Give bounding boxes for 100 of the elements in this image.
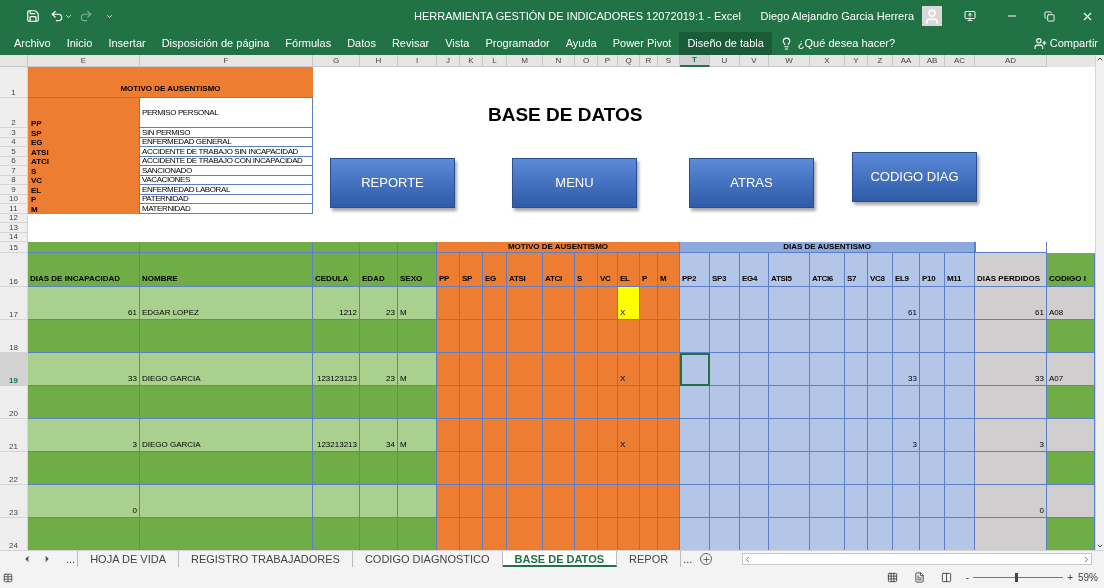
column-header[interactable]: L bbox=[483, 55, 507, 67]
zoom-level[interactable]: 59% bbox=[1078, 570, 1098, 585]
column-header[interactable]: M bbox=[507, 55, 543, 67]
scroll-down-icon[interactable] bbox=[1096, 542, 1104, 550]
new-sheet-icon[interactable] bbox=[700, 553, 713, 565]
row-header[interactable]: 2 bbox=[0, 98, 28, 128]
row-header[interactable]: 9 bbox=[0, 185, 28, 195]
zoom-slider[interactable] bbox=[973, 573, 1064, 582]
header-cell bbox=[313, 242, 360, 253]
column-header[interactable]: AD bbox=[975, 55, 1047, 67]
legend-description: ACCIDENTE DE TRABAJO SIN INCAPACIDAD bbox=[140, 147, 313, 157]
previous-sheet-icon[interactable] bbox=[22, 554, 32, 564]
table-cell bbox=[543, 386, 575, 419]
row-header[interactable]: 1 bbox=[0, 67, 28, 98]
macro-button[interactable]: ATRAS bbox=[689, 158, 814, 208]
table-cell bbox=[640, 386, 658, 419]
tell-me-field[interactable]: ¿Qué desea hacer? bbox=[797, 32, 918, 55]
ribbon-tab[interactable]: Archivo bbox=[6, 32, 59, 55]
row-header[interactable]: 16 bbox=[0, 253, 28, 287]
table-cell bbox=[507, 386, 543, 419]
table-cell bbox=[460, 452, 483, 485]
ribbon-tab[interactable]: Ayuda bbox=[557, 32, 605, 55]
table-cell bbox=[710, 518, 740, 550]
row-header[interactable]: 24 bbox=[0, 518, 28, 550]
row-header[interactable]: 17 bbox=[0, 287, 28, 320]
share-icon[interactable] bbox=[1033, 37, 1047, 50]
column-header[interactable]: AA bbox=[893, 55, 920, 67]
column-header[interactable]: Z bbox=[868, 55, 893, 67]
sheet-tab[interactable]: BASE DE DATOS bbox=[502, 551, 618, 567]
page-break-icon[interactable] bbox=[940, 572, 952, 583]
row-header[interactable]: 23 bbox=[0, 485, 28, 518]
horizontal-scrollbar[interactable] bbox=[742, 553, 1093, 565]
ribbon-tab[interactable]: Programador bbox=[477, 32, 558, 55]
column-header[interactable]: AB bbox=[920, 55, 945, 67]
column-header[interactable]: K bbox=[460, 55, 483, 67]
zoom-in-button[interactable]: + bbox=[1067, 570, 1073, 585]
row-header[interactable]: 15 bbox=[0, 242, 28, 253]
page-layout-icon[interactable] bbox=[913, 572, 925, 583]
macro-button[interactable]: MENU bbox=[512, 158, 637, 208]
normal-view-icon[interactable] bbox=[886, 572, 898, 583]
column-header[interactable]: P bbox=[598, 55, 618, 67]
macro-button[interactable]: REPORTE bbox=[330, 158, 455, 208]
row-header[interactable]: 18 bbox=[0, 320, 28, 353]
ribbon-tab[interactable]: Vista bbox=[437, 32, 478, 55]
row-header[interactable]: 7 bbox=[0, 166, 28, 176]
column-header[interactable]: T bbox=[680, 55, 710, 67]
column-header[interactable]: AC bbox=[945, 55, 975, 67]
table-cell bbox=[483, 518, 507, 550]
table-cell bbox=[598, 386, 618, 419]
share-button[interactable]: Compartir bbox=[1049, 32, 1098, 55]
macro-record-icon[interactable] bbox=[3, 572, 13, 583]
table-cell bbox=[769, 386, 810, 419]
save-icon[interactable] bbox=[26, 9, 40, 23]
scroll-up-icon[interactable] bbox=[1096, 55, 1104, 63]
row-header[interactable]: 3 bbox=[0, 128, 28, 138]
active-cell[interactable] bbox=[680, 353, 710, 386]
column-header[interactable]: O bbox=[575, 55, 598, 67]
column-header[interactable]: R bbox=[640, 55, 658, 67]
column-header[interactable]: G bbox=[313, 55, 360, 67]
table-cell bbox=[845, 485, 868, 518]
ribbon-tab[interactable]: Datos bbox=[339, 32, 384, 55]
column-header[interactable]: X bbox=[810, 55, 845, 67]
more-sheets-button[interactable]: ... bbox=[681, 551, 695, 567]
row-header[interactable]: 11 bbox=[0, 204, 28, 214]
table-cell bbox=[845, 452, 868, 485]
vertical-scrollbar[interactable] bbox=[1095, 55, 1104, 550]
column-header[interactable]: J bbox=[437, 55, 460, 67]
ribbon-tab[interactable]: Disposición de página bbox=[153, 32, 278, 55]
column-header[interactable]: W bbox=[769, 55, 810, 67]
row-header[interactable]: 20 bbox=[0, 386, 28, 419]
column-header[interactable]: H bbox=[360, 55, 398, 67]
column-header[interactable]: I bbox=[398, 55, 437, 67]
column-header[interactable]: N bbox=[543, 55, 575, 67]
column-header[interactable]: U bbox=[710, 55, 740, 67]
row-header[interactable]: 13 bbox=[0, 223, 28, 233]
ribbon-tab[interactable]: Inicio bbox=[58, 32, 101, 55]
column-header[interactable]: V bbox=[740, 55, 769, 67]
table-cell bbox=[618, 320, 640, 353]
row-header[interactable]: 21 bbox=[0, 419, 28, 452]
ribbon-tab[interactable]: Diseño de tabla bbox=[679, 32, 772, 55]
ribbon-display-icon[interactable] bbox=[964, 10, 976, 22]
column-title: CEDULA bbox=[313, 253, 360, 287]
zoom-out-button[interactable]: - bbox=[965, 570, 970, 585]
next-sheet-icon[interactable] bbox=[42, 554, 52, 564]
column-title: S bbox=[575, 253, 598, 287]
undo-icon[interactable] bbox=[50, 9, 64, 23]
column-header[interactable]: Y bbox=[845, 55, 868, 67]
row-header[interactable]: 19 bbox=[0, 353, 28, 386]
row-header[interactable]: 5 bbox=[0, 147, 28, 157]
ribbon-tab[interactable]: Insertar bbox=[100, 32, 154, 55]
ribbon-tab[interactable]: Revisar bbox=[383, 32, 438, 55]
ribbon-tab[interactable]: Power Pivot bbox=[604, 32, 680, 55]
row-header[interactable]: 22 bbox=[0, 452, 28, 485]
column-header[interactable]: Q bbox=[618, 55, 640, 67]
macro-button[interactable]: CODIGO DIAG bbox=[852, 152, 977, 202]
ribbon-tab[interactable]: Fórmulas bbox=[277, 32, 340, 55]
zoom-thumb[interactable] bbox=[1014, 573, 1018, 582]
restore-icon[interactable] bbox=[1044, 10, 1055, 22]
table-cell bbox=[740, 485, 769, 518]
table-cell bbox=[618, 386, 640, 419]
